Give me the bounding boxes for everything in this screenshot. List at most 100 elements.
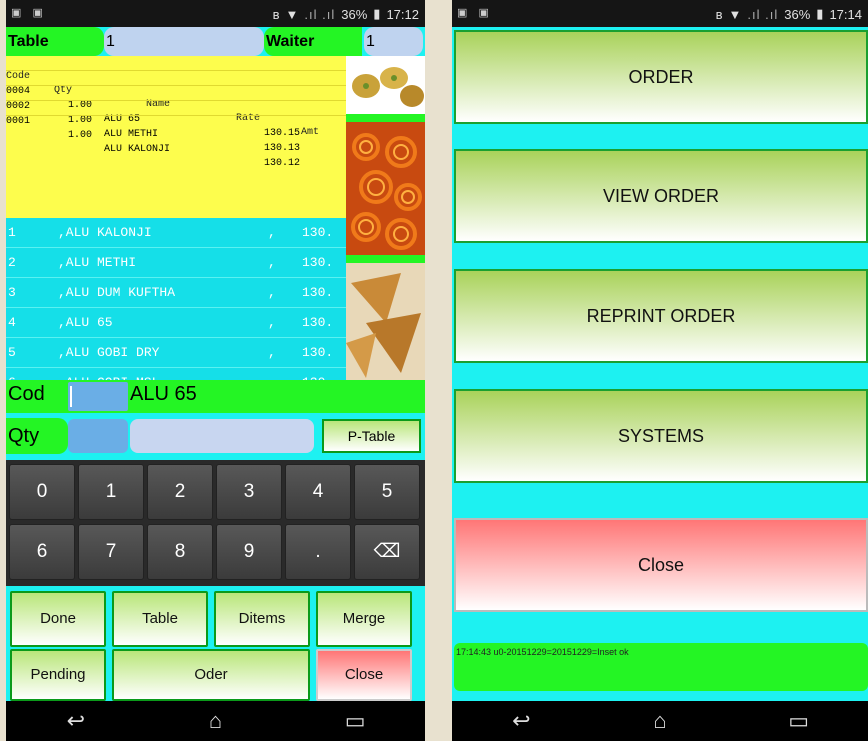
recents-icon[interactable]: ▭ — [769, 708, 829, 734]
food-image-samosa — [346, 263, 425, 380]
nav-bar: ↩ ⌂ ▭ — [6, 701, 425, 741]
done-button[interactable]: Done — [10, 591, 106, 647]
item-price: 130. — [302, 315, 334, 330]
image-divider — [346, 255, 425, 263]
text-cursor — [70, 386, 72, 407]
notification-icons: ▣ ▣ — [11, 7, 47, 19]
row-amt: 130.12 — [264, 158, 301, 169]
row-name: ALU METHI — [104, 129, 159, 140]
main-menu-screen: ▣ ▣ ʙ ▼ .ıl .ıl 36% ▮ 17:14 ORDER VIEW O… — [452, 0, 868, 741]
item-price: 130. — [302, 345, 334, 360]
nav-bar: ↩ ⌂ ▭ — [452, 701, 868, 741]
list-item[interactable]: 4 ,ALU 65 , 130. — [6, 308, 346, 338]
back-icon[interactable]: ↩ — [491, 708, 551, 734]
food-image-pakora — [346, 56, 425, 114]
home-icon[interactable]: ⌂ — [185, 708, 245, 734]
qty-extra-field[interactable] — [130, 419, 314, 453]
waiter-label: Waiter — [264, 27, 362, 56]
item-sep: , — [268, 285, 276, 300]
key-1[interactable]: 1 — [78, 464, 144, 520]
item-no: 3 — [8, 285, 16, 300]
wifi-icon: ▼ — [728, 6, 742, 22]
list-item[interactable]: 2 ,ALU METHI , 130. — [6, 248, 346, 278]
row-name: ALU KALONJI — [104, 144, 171, 155]
pending-button[interactable]: Pending — [10, 649, 106, 701]
row-amt: 130.13 — [264, 143, 301, 154]
view-order-button[interactable]: VIEW ORDER — [454, 149, 868, 243]
row-qty: 1.00 — [68, 130, 93, 141]
qty-entry-row: Qty P-Table — [6, 418, 425, 456]
recents-icon[interactable]: ▭ — [325, 708, 385, 734]
battery-icon: ▮ — [373, 6, 381, 21]
wifi-icon: ▼ — [285, 6, 299, 22]
item-sep: , — [268, 225, 276, 240]
key-2[interactable]: 2 — [147, 464, 213, 520]
item-sep: , — [268, 345, 276, 360]
key-5[interactable]: 5 — [354, 464, 420, 520]
list-item[interactable]: 6 ,ALU GOBI MSL 130. — [6, 368, 346, 380]
merge-button[interactable]: Merge — [316, 591, 412, 647]
row-qty: 1.00 — [68, 115, 93, 126]
order-screen: ▣ ▣ ʙ ▼ .ıl .ıl 36% ▮ 17:12 Table 1 Wait… — [6, 0, 425, 741]
key-8[interactable]: 8 — [147, 524, 213, 580]
list-item[interactable]: 3 ,ALU DUM KUFTHA , 130. — [6, 278, 346, 308]
key-7[interactable]: 7 — [78, 524, 144, 580]
list-item[interactable]: 1 ,ALU KALONJI , 130. — [6, 218, 346, 248]
table-row[interactable]: 0001 1.00 ALU KALONJI 130.12 — [6, 101, 346, 169]
signal-icon: .ıl .ıl — [747, 6, 779, 22]
backspace-icon[interactable]: ⌫ — [354, 524, 420, 580]
close-button[interactable]: Close — [454, 518, 868, 612]
table-number-field[interactable]: 1 — [104, 27, 264, 56]
item-no: 2 — [8, 255, 16, 270]
signal-icon: .ıl .ıl — [304, 6, 336, 22]
key-3[interactable]: 3 — [216, 464, 282, 520]
selected-item-name: ALU 65 — [130, 383, 197, 405]
item-price: 130. — [302, 285, 334, 300]
key-4[interactable]: 4 — [285, 464, 351, 520]
item-sep: , — [268, 315, 276, 330]
battery-level: 36% — [341, 6, 368, 22]
log-status-bar: 17:14:43 u0-20151229=20151229=Inset ok — [454, 643, 868, 691]
item-no: 4 — [8, 315, 16, 330]
item-name: ,ALU KALONJI — [58, 225, 152, 240]
notification-icons: ▣ ▣ — [457, 7, 493, 19]
item-no: 1 — [8, 225, 16, 240]
item-name: ,ALU METHI — [58, 255, 137, 270]
reprint-order-button[interactable]: REPRINT ORDER — [454, 269, 868, 363]
p-table-button[interactable]: P-Table — [322, 419, 421, 453]
table-row[interactable]: 0002 1.00 ALU METHI 130.13 — [6, 86, 346, 154]
row-amt: 130.15 — [264, 128, 301, 139]
qty-label: Qty — [6, 418, 68, 454]
code-label: Cod — [8, 383, 45, 405]
key-6[interactable]: 6 — [9, 524, 75, 580]
item-no: 6 — [8, 368, 16, 380]
key-0[interactable]: 0 — [9, 464, 75, 520]
code-input[interactable] — [68, 382, 128, 411]
clock: 17:14 — [829, 6, 862, 22]
clock: 17:12 — [386, 6, 419, 22]
food-image-jalebi — [346, 122, 425, 255]
key-dot[interactable]: . — [285, 524, 351, 580]
systems-button[interactable]: SYSTEMS — [454, 389, 868, 483]
log-text: 17:14:43 u0-20151229=20151229=Inset ok — [456, 647, 629, 657]
table-button[interactable]: Table — [112, 591, 208, 647]
row-code: 0001 — [6, 116, 31, 127]
qty-input[interactable] — [68, 419, 128, 453]
item-price: 130. — [302, 225, 334, 240]
key-9[interactable]: 9 — [216, 524, 282, 580]
home-icon[interactable]: ⌂ — [630, 708, 690, 734]
back-icon[interactable]: ↩ — [46, 708, 106, 734]
ditems-button[interactable]: Ditems — [214, 591, 310, 647]
order-button[interactable]: ORDER — [454, 30, 868, 124]
numeric-keypad: 0 1 2 3 4 5 6 7 8 9 . ⌫ — [6, 460, 425, 586]
close-button[interactable]: Close — [316, 649, 412, 701]
table-label: Table — [6, 27, 104, 56]
status-bar: ▣ ▣ ʙ ▼ .ıl .ıl 36% ▮ 17:14 — [452, 0, 868, 27]
oder-button[interactable]: Oder — [112, 649, 310, 701]
waiter-number-field[interactable]: 1 — [364, 27, 423, 56]
list-item[interactable]: 5 ,ALU GOBI DRY , 130. — [6, 338, 346, 368]
table-row[interactable]: 0004 1.00 ALU 65 130.15 — [6, 71, 346, 139]
item-name: ,ALU GOBI DRY — [58, 345, 160, 360]
item-sep: , — [268, 255, 276, 270]
col-amt: Amt — [301, 127, 320, 138]
